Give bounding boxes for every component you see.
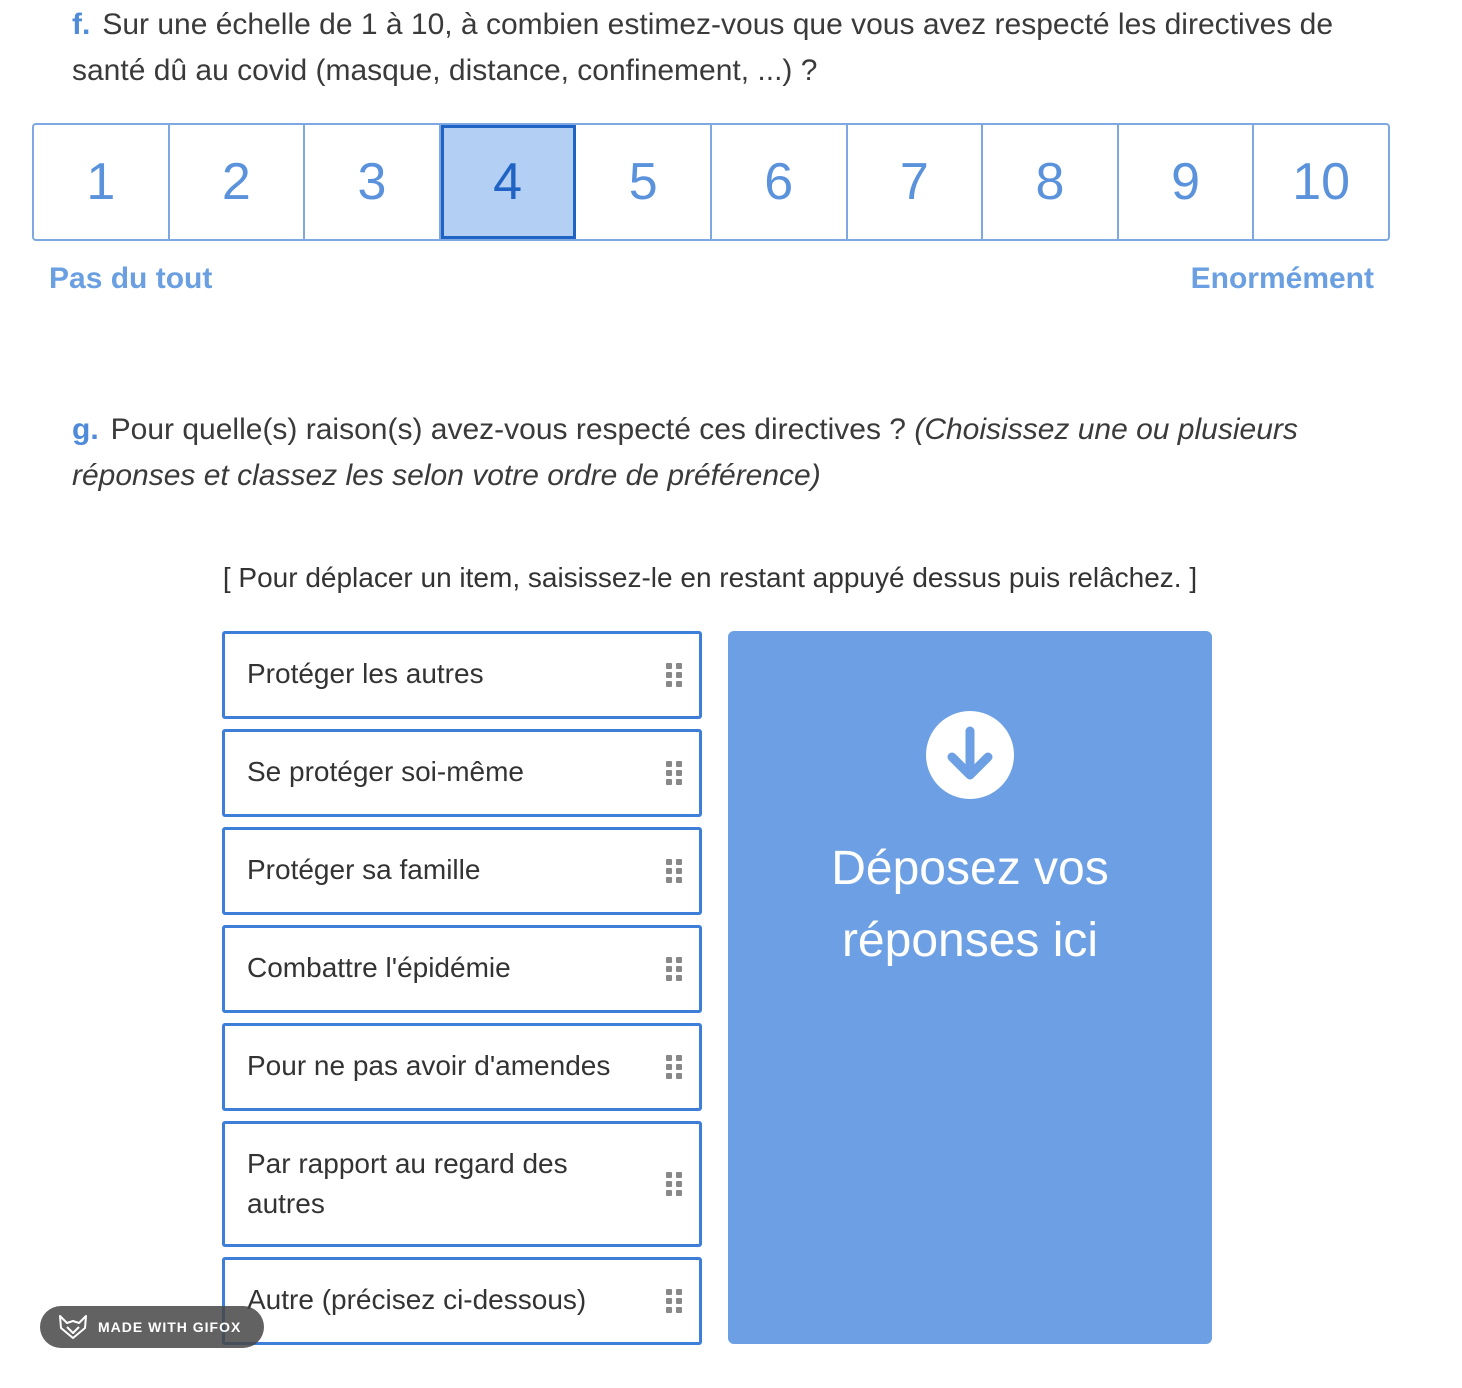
drag-handle-icon[interactable]	[665, 1288, 683, 1314]
answer-item[interactable]: Protéger sa famille	[222, 827, 702, 915]
scale-option-4[interactable]: 4	[440, 125, 577, 239]
question-f-text: Sur une échelle de 1 à 10, à combien est…	[72, 8, 1334, 87]
scale-option-9[interactable]: 9	[1119, 125, 1255, 239]
answer-item-list: Protéger les autres Se protéger soi-même…	[222, 631, 702, 1355]
answer-item[interactable]: Se protéger soi-même	[222, 729, 702, 817]
arrow-down-circle-icon	[926, 711, 1014, 799]
gifox-watermark: MADE WITH GIFOX	[40, 1306, 264, 1348]
fox-logo-icon	[59, 1315, 87, 1339]
scale-option-10[interactable]: 10	[1254, 125, 1388, 239]
drag-handle-icon[interactable]	[665, 1171, 683, 1197]
drag-handle-icon[interactable]	[665, 760, 683, 786]
watermark-text: MADE WITH GIFOX	[98, 1319, 242, 1335]
question-g: g. Pour quelle(s) raison(s) avez-vous res…	[72, 407, 1412, 499]
dropzone-text: Déposez vos réponses ici	[831, 842, 1109, 967]
scale-option-3[interactable]: 3	[305, 125, 441, 239]
question-f: f. Sur une échelle de 1 à 10, à combien e…	[72, 2, 1402, 94]
scale-option-2[interactable]: 2	[170, 125, 306, 239]
answer-item-label: Protéger sa famille	[247, 854, 481, 885]
answer-item-label: Combattre l'épidémie	[247, 952, 511, 983]
drag-handle-icon[interactable]	[665, 858, 683, 884]
answer-item-label: Par rapport au regard des autres	[247, 1148, 568, 1219]
drag-handle-icon[interactable]	[665, 1054, 683, 1080]
scale-option-6[interactable]: 6	[712, 125, 848, 239]
question-g-text: Pour quelle(s) raison(s) avez-vous respe…	[110, 413, 906, 446]
scale-option-1[interactable]: 1	[34, 125, 170, 239]
answer-item[interactable]: Combattre l'épidémie	[222, 925, 702, 1013]
question-f-letter: f.	[72, 8, 91, 41]
answer-item-label: Se protéger soi-même	[247, 756, 525, 787]
scale-label-min: Pas du tout	[49, 262, 213, 295]
scale-option-5[interactable]: 5	[576, 125, 712, 239]
answer-item-label: Protéger les autres	[247, 658, 484, 689]
answer-item[interactable]: Protéger les autres	[222, 631, 702, 719]
answer-dropzone[interactable]: Déposez vos réponses ici	[728, 631, 1212, 1344]
scale-option-7[interactable]: 7	[848, 125, 984, 239]
answer-item[interactable]: Par rapport au regard des autres	[222, 1121, 702, 1247]
scale-label-max: Enormément	[1190, 262, 1374, 295]
drag-handle-icon[interactable]	[665, 662, 683, 688]
answer-item-label: Autre (précisez ci-dessous)	[247, 1284, 587, 1315]
answer-item[interactable]: Autre (précisez ci-dessous)	[222, 1257, 702, 1345]
rating-scale: 1 2 3 4 5 6 7 8 9 10	[32, 123, 1390, 241]
answer-item-label: Pour ne pas avoir d'amendes	[247, 1050, 611, 1081]
scale-option-8[interactable]: 8	[983, 125, 1119, 239]
answer-item[interactable]: Pour ne pas avoir d'amendes	[222, 1023, 702, 1111]
question-g-letter: g.	[72, 413, 99, 446]
drag-handle-icon[interactable]	[665, 956, 683, 982]
drag-instruction: [ Pour déplacer un item, saisissez-le en…	[222, 562, 1198, 593]
